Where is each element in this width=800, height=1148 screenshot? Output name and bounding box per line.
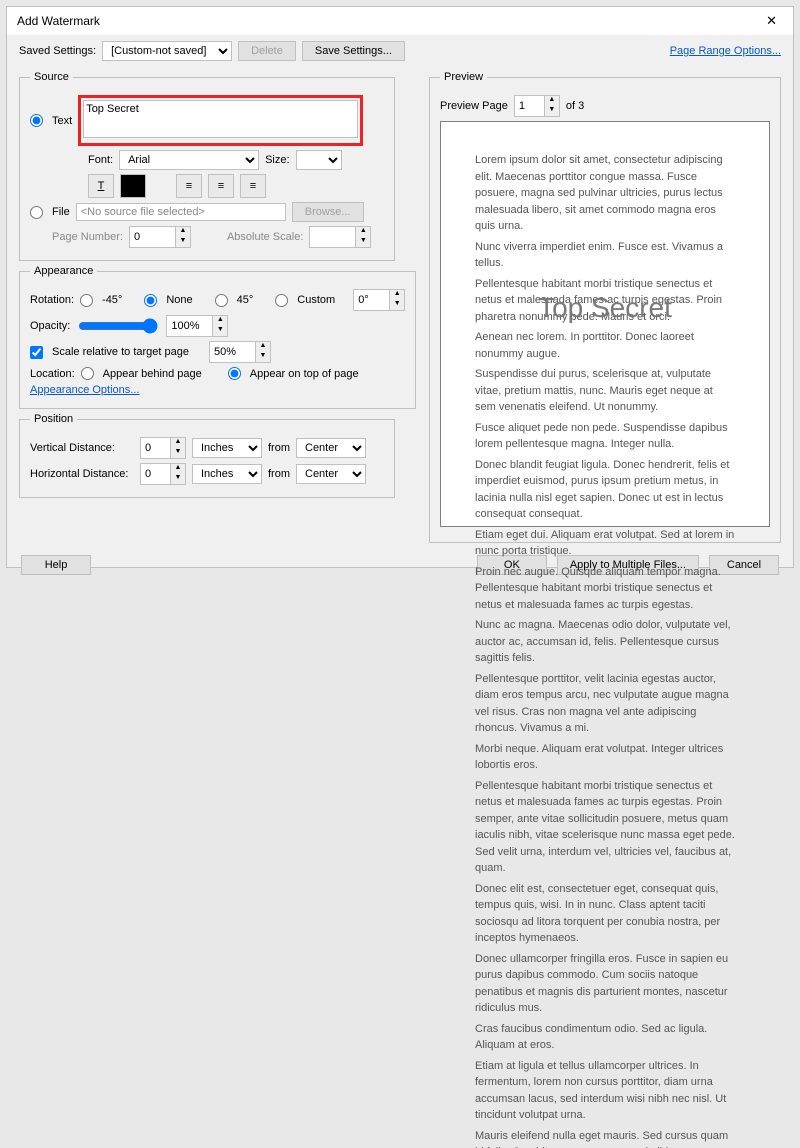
size-label: Size: xyxy=(265,154,289,166)
vertical-distance-input[interactable] xyxy=(140,437,170,459)
preview-legend: Preview xyxy=(440,71,487,83)
opacity-spinner[interactable]: ▲▼ xyxy=(212,315,228,337)
scale-relative-checkbox[interactable] xyxy=(30,346,43,359)
rotation-custom-spinner[interactable]: ▲▼ xyxy=(389,289,405,311)
opacity-label: Opacity: xyxy=(30,320,70,332)
rotation-label: Rotation: xyxy=(30,294,74,306)
preview-canvas: Lorem ipsum dolor sit amet, consectetur … xyxy=(440,121,770,527)
absolute-scale-input[interactable] xyxy=(309,226,355,248)
horizontal-distance-input[interactable] xyxy=(140,463,170,485)
vertical-from-label: from xyxy=(268,442,290,454)
appearance-group: Appearance Rotation: -45° None 45° Custo… xyxy=(19,265,416,409)
preview-document-text: Lorem ipsum dolor sit amet, consectetur … xyxy=(475,152,735,1148)
align-center-icon[interactable]: ≡ xyxy=(208,174,234,198)
rotation-none-radio[interactable] xyxy=(144,294,157,307)
page-number-input[interactable] xyxy=(129,226,175,248)
vertical-distance-spinner[interactable]: ▲▼ xyxy=(170,437,186,459)
source-group: Source Text Top Secret Font: Arial Size:… xyxy=(19,71,395,261)
source-text-radio[interactable] xyxy=(30,114,43,127)
page-range-options-link[interactable]: Page Range Options... xyxy=(670,45,781,57)
horizontal-distance-label: Horizontal Distance: xyxy=(30,468,134,480)
rotation-45-radio[interactable] xyxy=(215,294,228,307)
vertical-distance-label: Vertical Distance: xyxy=(30,442,134,454)
horizontal-units-select[interactable]: Inches xyxy=(192,464,262,484)
preview-page-of: of 3 xyxy=(566,100,584,112)
underline-icon[interactable]: T xyxy=(88,174,114,198)
position-group: Position Vertical Distance: ▲▼ Inches fr… xyxy=(19,413,395,498)
scale-relative-input[interactable] xyxy=(209,341,255,363)
page-number-label: Page Number: xyxy=(52,231,123,243)
text-input-highlight: Top Secret xyxy=(78,95,363,146)
text-color-button[interactable] xyxy=(120,174,146,198)
saved-settings-select[interactable]: [Custom-not saved] xyxy=(102,41,232,61)
rotation-minus45-radio[interactable] xyxy=(80,294,93,307)
align-right-icon[interactable]: ≡ xyxy=(240,174,266,198)
position-legend: Position xyxy=(30,413,77,425)
horizontal-from-label: from xyxy=(268,468,290,480)
location-label: Location: xyxy=(30,368,75,380)
titlebar: Add Watermark ✕ xyxy=(7,7,793,35)
source-file-path xyxy=(76,203,286,221)
appearance-legend: Appearance xyxy=(30,265,97,277)
font-select[interactable]: Arial xyxy=(119,150,259,170)
browse-button[interactable]: Browse... xyxy=(292,202,364,222)
rotation-custom-input[interactable] xyxy=(353,289,389,311)
delete-button[interactable]: Delete xyxy=(238,41,296,61)
opacity-input[interactable] xyxy=(166,315,212,337)
source-file-label: File xyxy=(52,206,70,218)
save-settings-button[interactable]: Save Settings... xyxy=(302,41,405,61)
absolute-scale-spinner[interactable]: ▲▼ xyxy=(355,226,371,248)
settings-toolbar: Saved Settings: [Custom-not saved] Delet… xyxy=(7,35,793,67)
vertical-from-select[interactable]: Center xyxy=(296,438,366,458)
help-button[interactable]: Help xyxy=(21,555,91,575)
horizontal-from-select[interactable]: Center xyxy=(296,464,366,484)
preview-group: Preview Preview Page ▲▼ of 3 Lorem ipsum… xyxy=(429,71,781,543)
preview-page-label: Preview Page xyxy=(440,100,508,112)
rotation-custom-radio[interactable] xyxy=(275,294,288,307)
scale-relative-spinner[interactable]: ▲▼ xyxy=(255,341,271,363)
absolute-scale-label: Absolute Scale: xyxy=(227,231,303,243)
source-file-radio[interactable] xyxy=(30,206,43,219)
preview-page-spinner[interactable]: ▲▼ xyxy=(544,95,560,117)
scale-relative-label: Scale relative to target page xyxy=(52,346,189,358)
size-select[interactable] xyxy=(296,150,342,170)
dialog-title: Add Watermark xyxy=(17,14,100,28)
saved-settings-label: Saved Settings: xyxy=(19,45,96,57)
appearance-options-link[interactable]: Appearance Options... xyxy=(30,384,139,396)
appear-behind-radio[interactable] xyxy=(81,367,94,380)
source-legend: Source xyxy=(30,71,73,83)
add-watermark-dialog: Add Watermark ✕ Saved Settings: [Custom-… xyxy=(6,6,794,568)
opacity-slider[interactable] xyxy=(78,318,158,334)
horizontal-distance-spinner[interactable]: ▲▼ xyxy=(170,463,186,485)
appear-ontop-radio[interactable] xyxy=(228,367,241,380)
source-text-label: Text xyxy=(52,115,72,127)
watermark-text-input[interactable]: Top Secret xyxy=(83,100,358,138)
close-icon[interactable]: ✕ xyxy=(760,11,783,31)
font-label: Font: xyxy=(88,154,113,166)
preview-page-input[interactable] xyxy=(514,95,544,117)
vertical-units-select[interactable]: Inches xyxy=(192,438,262,458)
align-left-icon[interactable]: ≡ xyxy=(176,174,202,198)
page-number-spinner[interactable]: ▲▼ xyxy=(175,226,191,248)
